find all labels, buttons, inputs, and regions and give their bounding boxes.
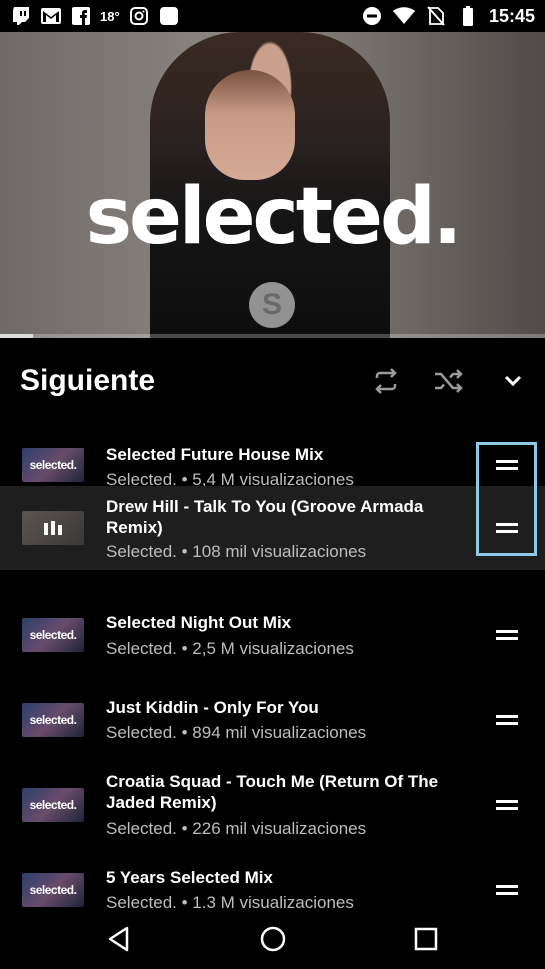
- queue-item[interactable]: selected. 5 Years Selected Mix Selected.…: [0, 866, 545, 908]
- queue-item-playing[interactable]: Drew Hill - Talk To You (Groove Armada R…: [0, 486, 545, 570]
- shuffle-icon: [435, 369, 463, 393]
- navigation-bar: [0, 908, 545, 969]
- now-playing-equalizer-icon: [44, 521, 62, 535]
- repeat-icon: [375, 368, 397, 394]
- facebook-icon: [70, 5, 92, 27]
- shuffle-button[interactable]: [429, 364, 469, 398]
- artwork-face: [205, 70, 295, 180]
- item-title: Drew Hill - Talk To You (Groove Armada R…: [106, 497, 424, 537]
- queue-header: Siguiente: [0, 338, 545, 428]
- focus-highlight: [476, 442, 537, 556]
- back-icon: [108, 926, 129, 952]
- item-title: Selected Night Out Mix: [106, 613, 292, 632]
- drag-handle-icon[interactable]: [496, 885, 520, 897]
- thumbnail: selected.: [22, 448, 84, 482]
- queue-item[interactable]: selected. Selected Night Out Mix Selecte…: [0, 602, 545, 672]
- temperature: 18°: [100, 8, 120, 24]
- collapse-button[interactable]: [493, 364, 533, 398]
- thumbnail-text: selected.: [29, 628, 77, 642]
- thumbnail: selected.: [22, 788, 84, 822]
- no-sim-icon: [425, 5, 447, 27]
- logo-letter: S: [261, 288, 282, 321]
- wifi-icon: [392, 5, 415, 27]
- gmail-icon: [40, 5, 62, 27]
- repeat-button[interactable]: [366, 364, 406, 398]
- instagram-icon: [128, 5, 150, 27]
- item-subtitle: Selected. • 894 mil visualizaciones: [106, 723, 367, 742]
- collapse-chevron-icon: [504, 375, 522, 387]
- drag-handle-icon[interactable]: [496, 800, 520, 812]
- home-button[interactable]: [256, 922, 290, 956]
- status-bar: 18° 15:45: [0, 0, 545, 32]
- video-player[interactable]: selected. S: [0, 32, 545, 338]
- app-icon: [158, 5, 180, 27]
- thumbnail-text: selected.: [29, 458, 77, 472]
- item-title: Selected Future House Mix: [106, 445, 324, 464]
- selected-logo-icon: S: [249, 282, 295, 328]
- drag-handle-icon[interactable]: [496, 715, 520, 727]
- item-title: Just Kiddin - Only For You: [106, 698, 319, 717]
- queue-item[interactable]: selected. Just Kiddin - Only For You Sel…: [0, 688, 545, 758]
- item-title: Croatia Squad - Touch Me (Return Of The …: [106, 772, 439, 812]
- status-right: 15:45: [361, 5, 535, 27]
- queue-title: Siguiente: [20, 364, 156, 397]
- item-subtitle: Selected. • 108 mil visualizaciones: [106, 542, 367, 561]
- drag-handle-icon[interactable]: [496, 630, 520, 642]
- clock: 15:45: [488, 5, 535, 26]
- thumbnail-text: selected.: [29, 798, 77, 812]
- back-button[interactable]: [102, 922, 136, 956]
- thumbnail: [22, 511, 84, 545]
- queue-item[interactable]: selected. Croatia Squad - Touch Me (Retu…: [0, 770, 545, 850]
- home-icon: [260, 926, 286, 952]
- thumbnail: selected.: [22, 703, 84, 737]
- item-subtitle: Selected. • 226 mil visualizaciones: [106, 819, 367, 838]
- brand-wordmark: selected.: [85, 172, 463, 262]
- item-subtitle: Selected. • 1,3 M visualizaciones: [106, 893, 354, 908]
- twitch-icon: [10, 5, 32, 27]
- thumbnail-text: selected.: [29, 883, 77, 897]
- thumbnail: selected.: [22, 618, 84, 652]
- do-not-disturb-icon: [361, 5, 383, 27]
- status-left: 18°: [10, 5, 180, 27]
- queue-list[interactable]: selected. Selected Future House Mix Sele…: [0, 428, 545, 908]
- recents-icon: [414, 927, 438, 951]
- recents-button[interactable]: [409, 922, 443, 956]
- battery-icon: [457, 5, 479, 27]
- thumbnail-text: selected.: [29, 713, 77, 727]
- item-title: 5 Years Selected Mix: [106, 868, 273, 887]
- thumbnail: selected.: [22, 873, 84, 907]
- item-subtitle: Selected. • 2,5 M visualizaciones: [106, 639, 354, 658]
